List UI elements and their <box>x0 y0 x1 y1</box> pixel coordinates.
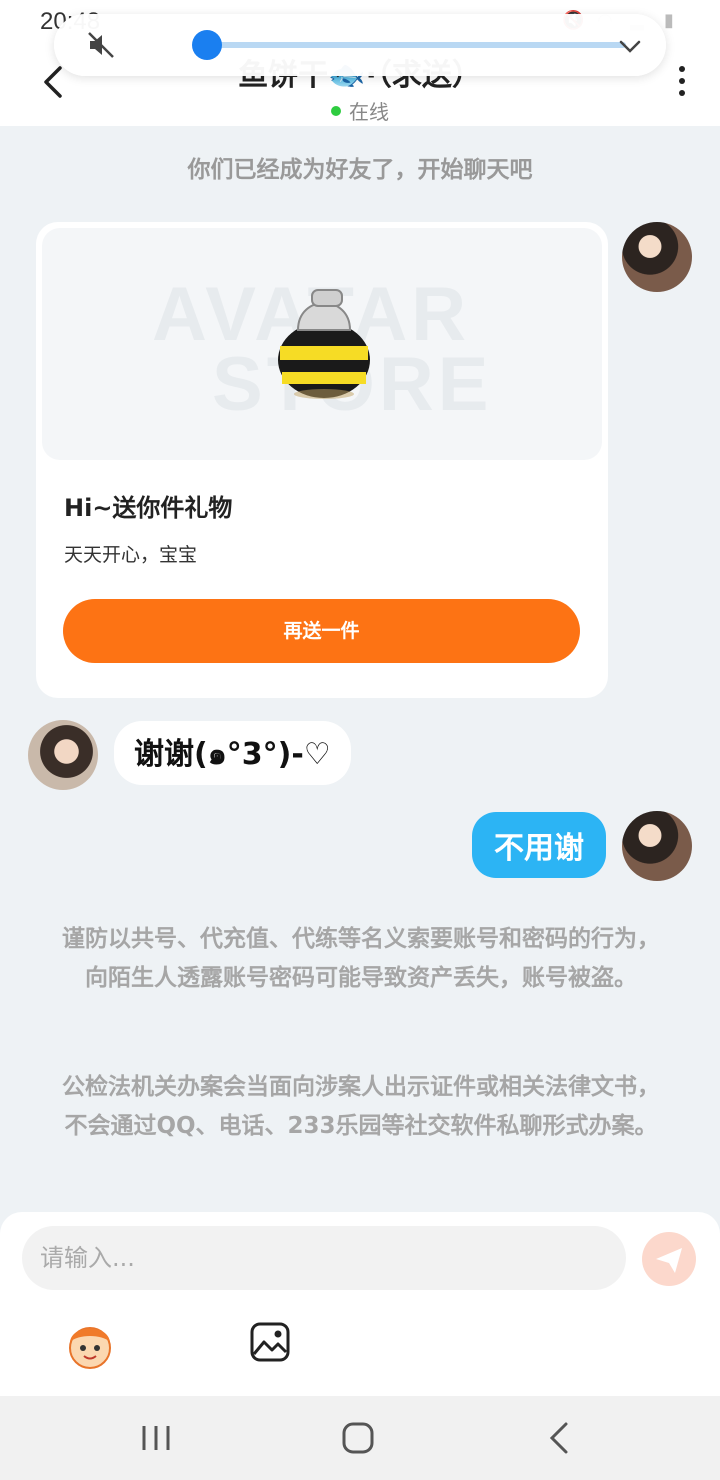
friend-added-notice: 你们已经成为好友了，开始聊天吧 <box>187 157 533 183</box>
send-icon <box>656 1248 682 1273</box>
avatar[interactable] <box>622 222 692 292</box>
more-options-icon[interactable] <box>670 66 694 100</box>
avatar[interactable] <box>622 811 692 881</box>
gift-image: AVATAR STORE <box>42 228 602 460</box>
system-nav-bar <box>0 1396 720 1480</box>
gift-card: AVATAR STORE Hi~送你件礼物 天天开心，宝宝 再送一件 <box>36 222 608 698</box>
send-another-gift-button[interactable]: 再送一件 <box>63 599 580 663</box>
volume-slider-thumb[interactable] <box>192 30 222 60</box>
mute-icon[interactable] <box>86 30 116 60</box>
recent-apps-icon[interactable] <box>138 1422 174 1454</box>
volume-slider-track[interactable] <box>206 42 626 48</box>
online-label: 在线 <box>349 100 389 124</box>
message-input[interactable] <box>22 1226 626 1290</box>
back-icon[interactable] <box>544 1420 574 1456</box>
online-status: 在线 <box>0 96 720 125</box>
security-warning: 公检法机关办案会当面向涉案人出示证件或相关法律文书，不会通过QQ、电话、233乐… <box>62 1074 660 1139</box>
send-button[interactable] <box>642 1232 696 1286</box>
gift-title: Hi~送你件礼物 <box>64 494 233 522</box>
composer-panel <box>0 1212 720 1396</box>
emoji-sticker-icon[interactable] <box>62 1316 118 1372</box>
volume-overlay <box>54 14 666 76</box>
gift-item-icon <box>278 289 370 399</box>
security-warning: 谨防以共号、代充值、代练等名义索要账号和密码的行为，向陌生人透露账号密码可能导致… <box>62 926 660 991</box>
home-icon[interactable] <box>340 1420 376 1456</box>
online-dot <box>331 105 341 116</box>
message-bubble-received[interactable]: 谢谢(๑°3°)-♡ <box>114 721 351 785</box>
chevron-down-icon[interactable] <box>616 32 644 60</box>
image-picker-icon[interactable] <box>248 1320 292 1364</box>
message-bubble-sent[interactable]: 不用谢 <box>472 812 606 878</box>
avatar[interactable] <box>28 720 98 790</box>
gift-message: 天天开心，宝宝 <box>64 544 198 566</box>
